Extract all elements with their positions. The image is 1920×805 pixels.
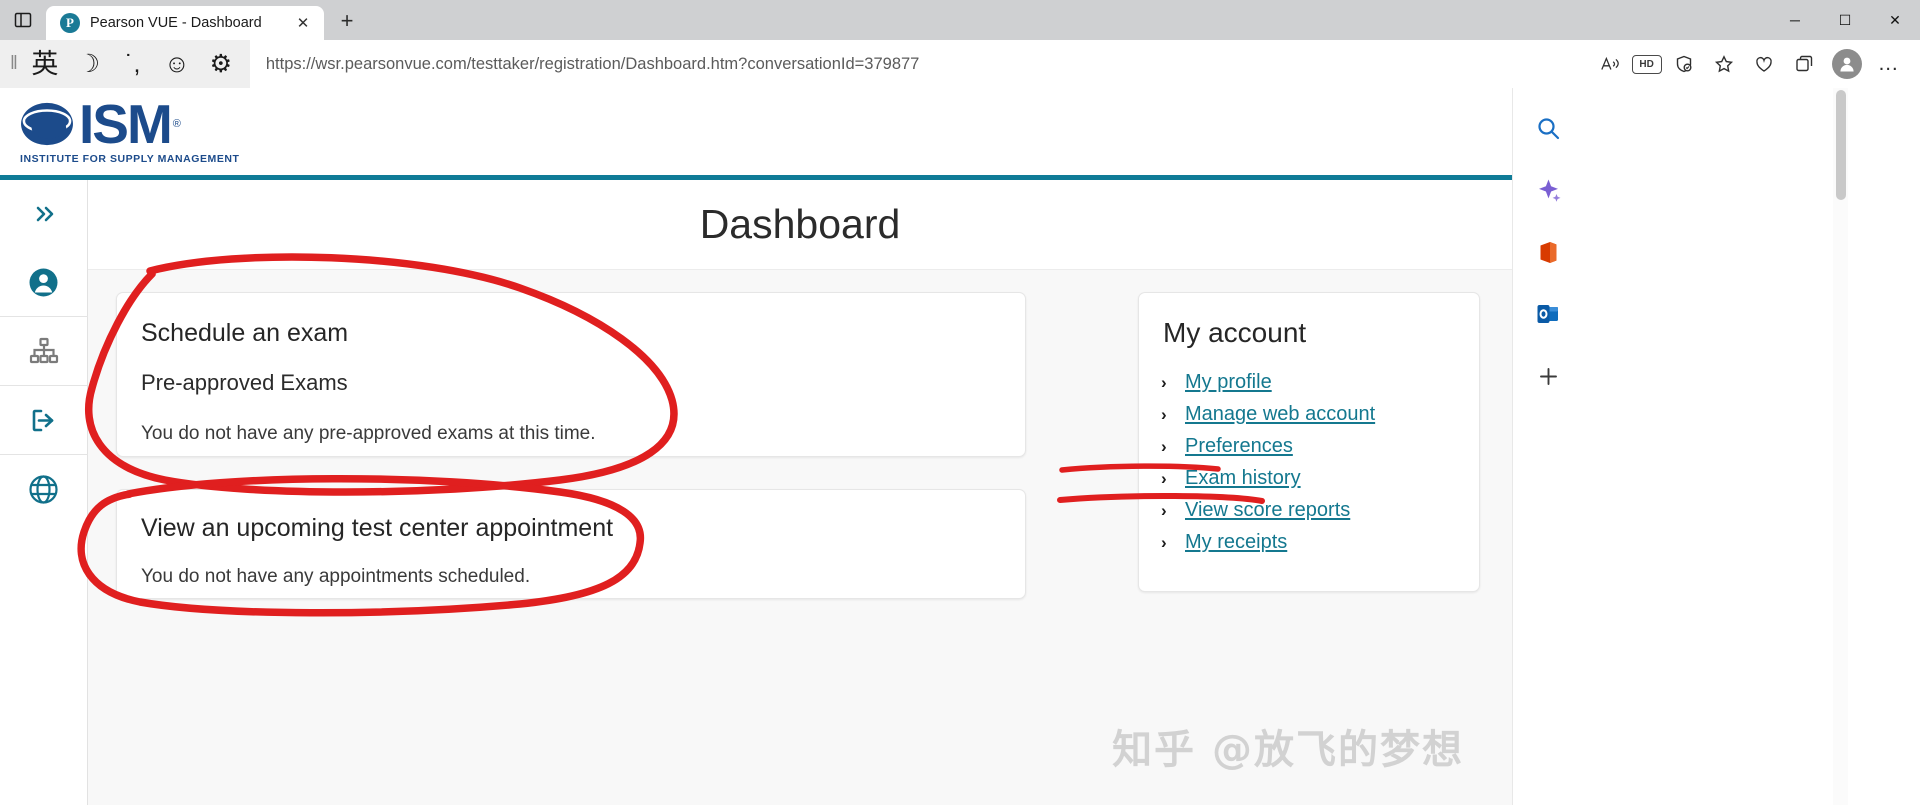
close-window-button[interactable]: ✕: [1870, 0, 1920, 40]
content-area: Dashboard Schedule an exam Pre-approved …: [0, 180, 1512, 805]
link-view-score-reports[interactable]: View score reports: [1185, 499, 1350, 522]
upcoming-appointment-card: View an upcoming test center appointment…: [116, 489, 1026, 599]
ism-globe-mark-icon: [18, 99, 73, 145]
ism-wordmark: ISM: [79, 92, 173, 155]
list-item[interactable]: › Manage web account: [1161, 403, 1455, 426]
ism-logo[interactable]: ISM ® INSTITUTE FOR SUPPLY MANAGEMENT: [18, 92, 240, 165]
url-text: https://wsr.pearsonvue.com/testtaker/reg…: [265, 54, 920, 73]
edge-add-tool-icon[interactable]: [1527, 354, 1571, 398]
sidebar-language-globe-icon[interactable]: [0, 455, 88, 523]
browser-window: P Pearson VUE - Dashboard ✕ + ─ ☐ ✕ ‖ 英 …: [0, 0, 1920, 805]
appointments-empty-message: You do not have any appointments schedul…: [141, 566, 531, 587]
list-item[interactable]: › Exam history: [1161, 467, 1455, 490]
ime-emoji-icon[interactable]: ☺: [162, 49, 192, 79]
window-controls: ─ ☐ ✕: [1770, 0, 1920, 40]
left-icon-rail: [0, 180, 88, 805]
read-aloud-icon[interactable]: [1592, 46, 1628, 82]
settings-and-more-icon[interactable]: …: [1872, 52, 1906, 76]
link-manage-web-account[interactable]: Manage web account: [1185, 403, 1375, 426]
ime-settings-gear-icon[interactable]: ⚙: [206, 49, 236, 79]
favorite-star-icon[interactable]: [1706, 46, 1742, 82]
ism-tagline: INSTITUTE FOR SUPPLY MANAGEMENT: [20, 152, 240, 165]
ime-language-icon[interactable]: 英: [30, 49, 60, 79]
page-title: Dashboard: [699, 201, 901, 247]
minimize-button[interactable]: ─: [1770, 0, 1820, 40]
my-account-heading: My account: [1163, 317, 1307, 348]
chevron-right-icon: ›: [1161, 437, 1167, 456]
pre-approved-exams-subheading: Pre-approved Exams: [141, 370, 348, 395]
ime-moon-icon[interactable]: ☽: [74, 49, 104, 79]
link-exam-history[interactable]: Exam history: [1185, 467, 1301, 490]
chevron-right-icon: ›: [1161, 533, 1167, 552]
edge-office-icon[interactable]: [1527, 230, 1571, 274]
link-preferences[interactable]: Preferences: [1185, 435, 1293, 458]
list-item[interactable]: › View score reports: [1161, 499, 1455, 522]
zhihu-watermark: 知乎 @放飞的梦想: [1112, 727, 1464, 773]
edge-outlook-icon[interactable]: [1527, 292, 1571, 336]
hd-badge-icon[interactable]: HD: [1631, 54, 1662, 74]
address-bar[interactable]: https://wsr.pearsonvue.com/testtaker/reg…: [249, 47, 1592, 81]
page-title-bar: Dashboard: [88, 180, 1512, 270]
registered-trademark-symbol: ®: [172, 117, 181, 130]
chevron-right-icon: ›: [1161, 469, 1167, 488]
my-account-links: › My profile › Manage web account › Pref…: [1161, 371, 1455, 554]
web-page: ISM ® INSTITUTE FOR SUPPLY MANAGEMENT Da…: [0, 88, 1512, 805]
list-item[interactable]: › My receipts: [1161, 531, 1455, 554]
chevron-right-icon: ›: [1161, 373, 1167, 392]
browser-essentials-icon[interactable]: [1786, 46, 1822, 82]
pearson-favicon: P: [60, 13, 80, 33]
schedule-exam-heading: Schedule an exam: [141, 319, 349, 347]
chevron-right-icon: ›: [1161, 501, 1167, 520]
ime-drag-handle[interactable]: ‖: [10, 53, 18, 75]
tab-title: Pearson VUE - Dashboard: [90, 15, 262, 31]
ime-toolbar: ‖ 英 ☽ ˙, ☺ ⚙: [0, 40, 250, 88]
sidebar-signout-icon[interactable]: [0, 386, 88, 454]
sidebar-expand-icon[interactable]: [0, 180, 88, 248]
my-account-card: My account › My profile › Manage web acc…: [1138, 292, 1480, 592]
dashboard-left-column: Schedule an exam Pre-approved Exams You …: [116, 292, 1026, 631]
new-tab-button[interactable]: +: [330, 4, 364, 38]
edge-sidebar: [1512, 88, 1584, 805]
sidebar-account-icon[interactable]: [0, 248, 88, 316]
list-item[interactable]: › My profile: [1161, 371, 1455, 394]
upcoming-appointment-heading: View an upcoming test center appointment: [141, 514, 614, 542]
main-content: Dashboard Schedule an exam Pre-approved …: [88, 180, 1512, 805]
pre-approved-exams-empty-message: You do not have any pre-approved exams a…: [141, 423, 596, 444]
ime-punctuation-icon[interactable]: ˙,: [118, 49, 148, 79]
dashboard-columns: Schedule an exam Pre-approved Exams You …: [88, 270, 1512, 631]
maximize-button[interactable]: ☐: [1820, 0, 1870, 40]
sidebar-sitemap-icon[interactable]: [0, 317, 88, 385]
link-my-receipts[interactable]: My receipts: [1185, 531, 1287, 554]
edge-search-icon[interactable]: [1527, 106, 1571, 150]
profile-avatar-icon[interactable]: [1831, 49, 1862, 79]
shield-icon[interactable]: [1666, 46, 1702, 82]
link-my-profile[interactable]: My profile: [1185, 371, 1272, 394]
browser-tab[interactable]: P Pearson VUE - Dashboard ✕: [46, 6, 324, 40]
dashboard-right-column: My account › My profile › Manage web acc…: [1138, 292, 1480, 631]
navbar-icons: HD …: [1592, 46, 1906, 82]
site-header: ISM ® INSTITUTE FOR SUPPLY MANAGEMENT: [0, 88, 1512, 175]
page-scrollbar-thumb[interactable]: [1836, 90, 1846, 200]
browser-navbar: ‖ 英 ☽ ˙, ☺ ⚙ https://wsr.pearsonvue.com/…: [0, 40, 1920, 88]
collections-icon[interactable]: [1746, 46, 1782, 82]
list-item[interactable]: › Preferences: [1161, 435, 1455, 458]
chevron-right-icon: ›: [1161, 405, 1167, 424]
edge-copilot-icon[interactable]: [1527, 168, 1571, 212]
browser-viewport: ISM ® INSTITUTE FOR SUPPLY MANAGEMENT Da…: [0, 88, 1920, 805]
browser-titlebar: P Pearson VUE - Dashboard ✕ + ─ ☐ ✕: [0, 0, 1920, 40]
schedule-exam-card: Schedule an exam Pre-approved Exams You …: [116, 292, 1026, 457]
close-tab-icon[interactable]: ✕: [290, 10, 316, 36]
tab-actions-icon[interactable]: [0, 0, 46, 40]
